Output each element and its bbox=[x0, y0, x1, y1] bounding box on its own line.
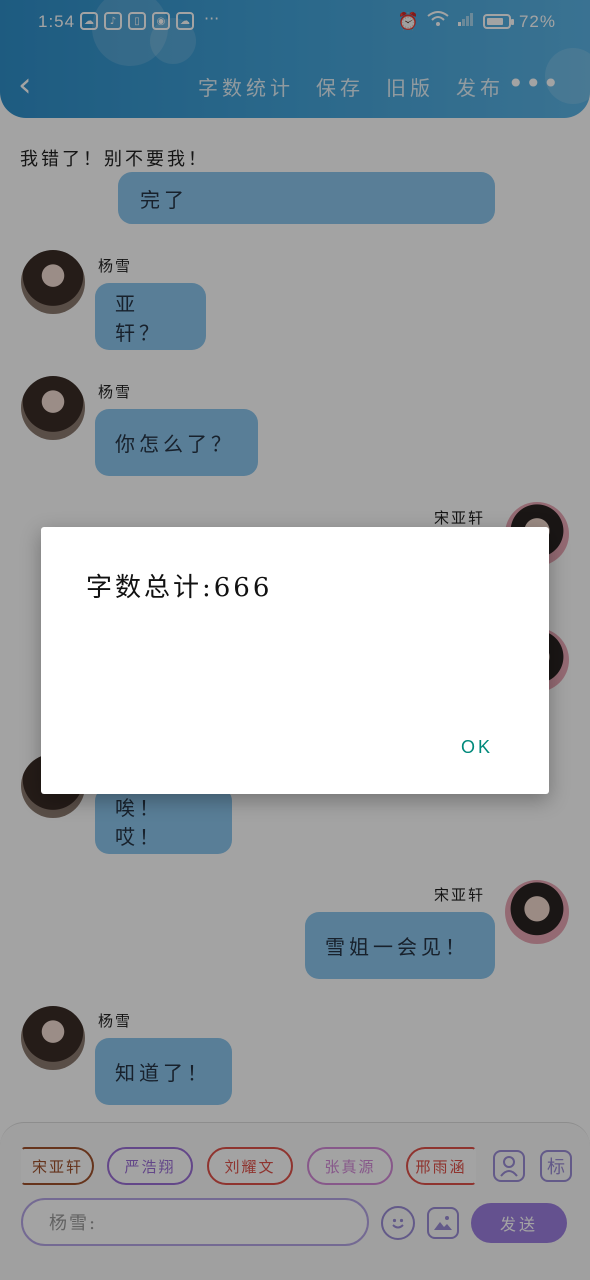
word-count-dialog: 字数总计:666 OK bbox=[41, 527, 549, 794]
dialog-message: 字数总计:666 bbox=[86, 573, 273, 603]
ok-button[interactable]: OK bbox=[461, 737, 493, 758]
